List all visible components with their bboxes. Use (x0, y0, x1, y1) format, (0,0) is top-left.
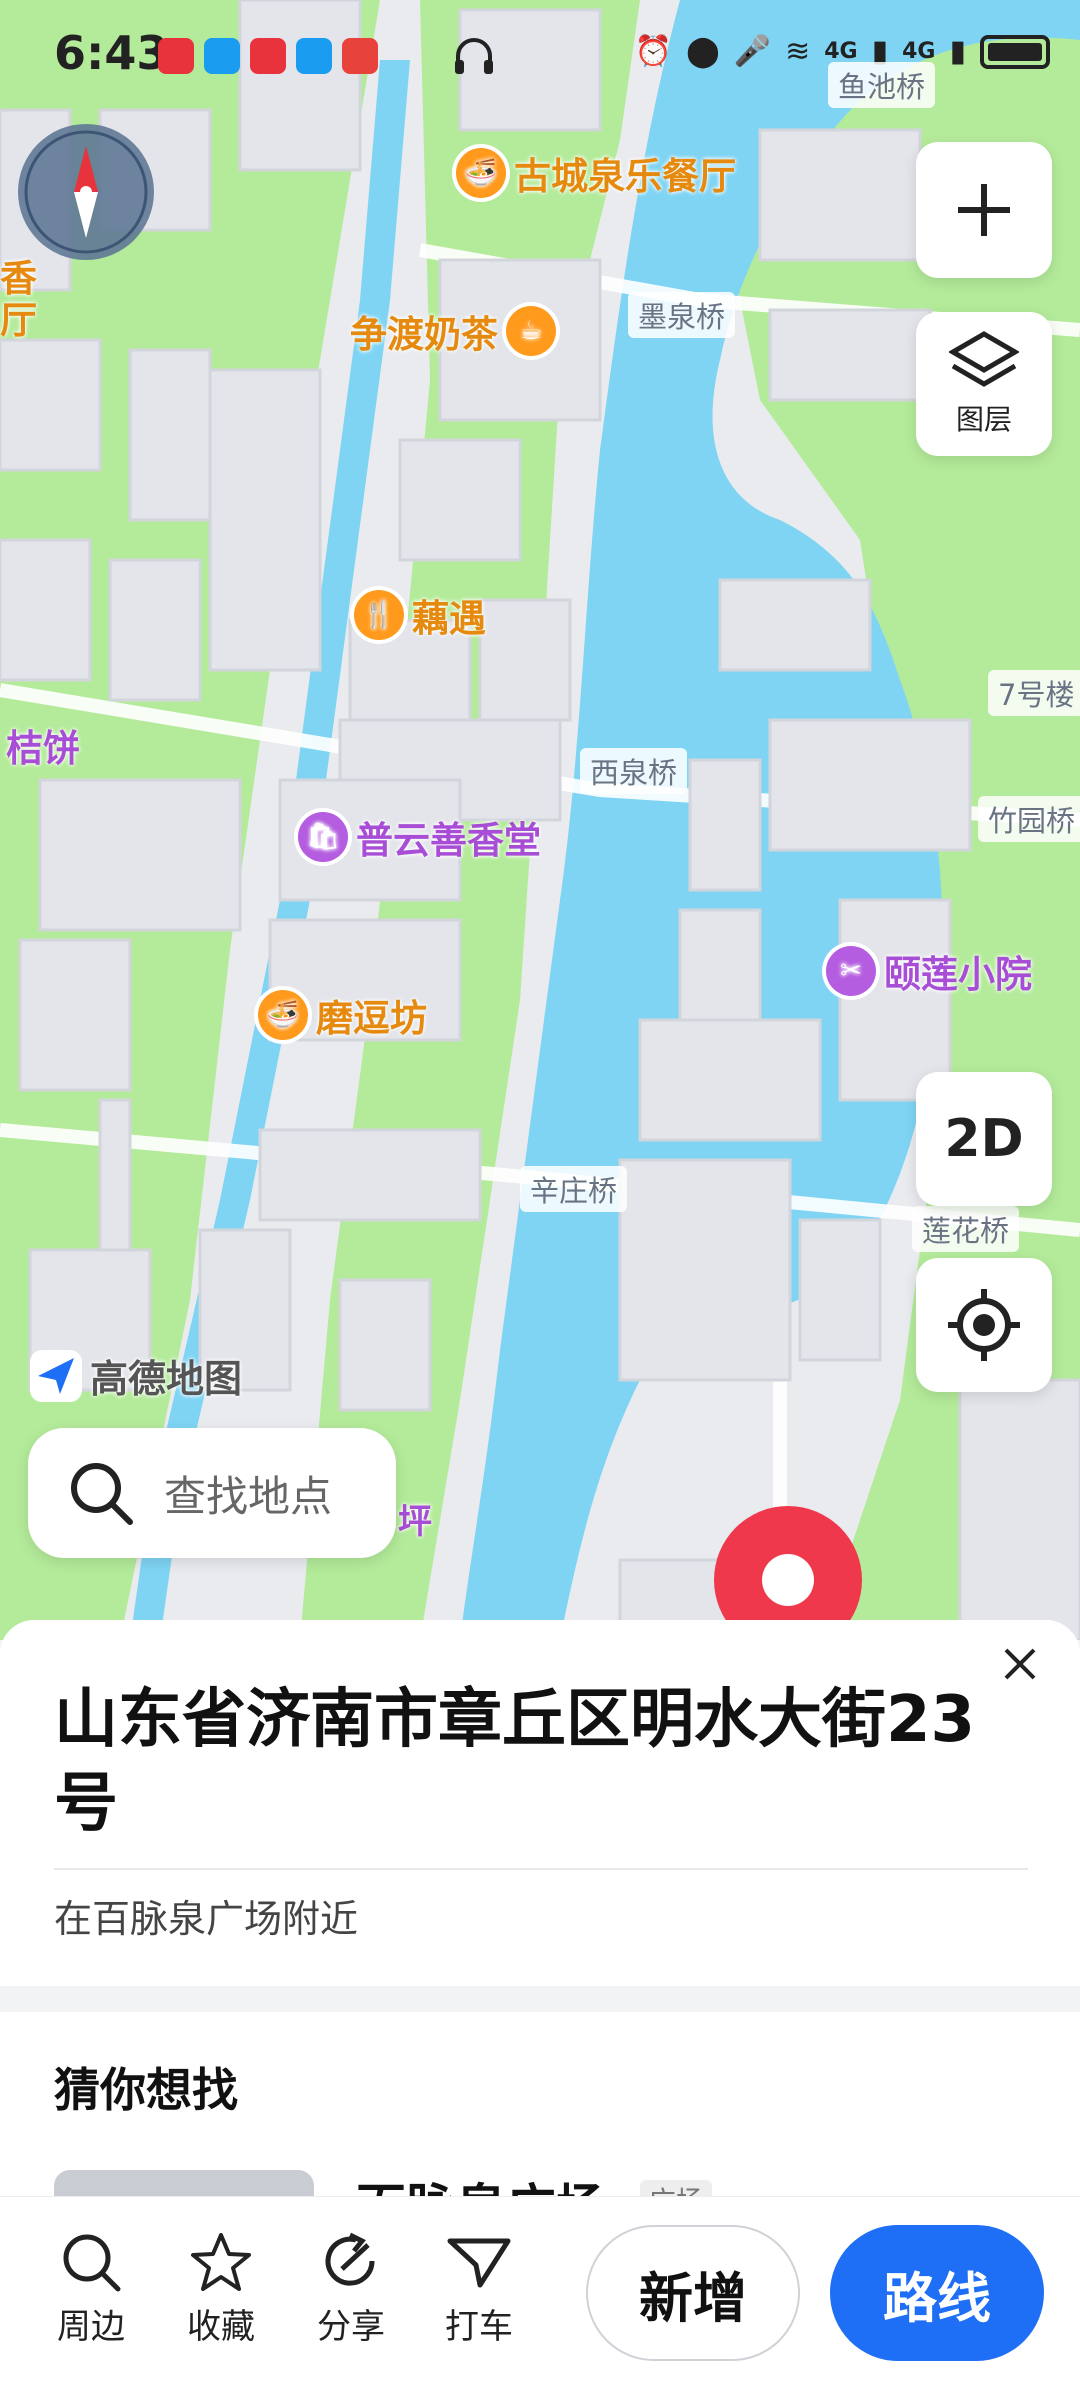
locate-icon (948, 1289, 1020, 1361)
zoom-in-button[interactable] (916, 142, 1052, 278)
compass-icon (24, 130, 148, 254)
status-time: 6:43 (54, 26, 169, 80)
guess-section-title: 猜你想找 (54, 2063, 238, 2117)
share-button[interactable]: 分享 (296, 2231, 406, 2348)
book-app-icon (250, 38, 286, 74)
taxi-button[interactable]: 打车 (424, 2231, 534, 2348)
plus-icon (958, 184, 1010, 236)
poi-label: 桔饼 (6, 727, 80, 770)
poi-label: 藕遇 (412, 597, 486, 640)
nearby-button[interactable]: 周边 (36, 2231, 146, 2348)
search-icon (63, 2234, 121, 2292)
close-icon[interactable] (990, 1634, 1050, 1694)
road-label: 鱼池桥 (828, 62, 936, 108)
amap-logo: 高德地图 (30, 1348, 242, 1403)
map-view[interactable]: 6:43 ⏰ ⬤ 🎤 ≋ 4G ▮ 4G ▮ 🍜 古城泉乐餐厅 ☕ 争渡奶茶 🍴… (0, 0, 1080, 1640)
search-box[interactable]: 查找地点 (28, 1428, 396, 1558)
view-mode-button[interactable]: 2D (916, 1072, 1052, 1206)
section-gap (0, 1986, 1080, 2012)
poi-label: 争渡奶茶 (350, 313, 498, 356)
search-icon (71, 1463, 133, 1525)
nearby-text: 在百脉泉广场附近 (54, 1897, 359, 1941)
noodle-icon: 🍜 (456, 148, 506, 198)
star-icon (191, 2233, 251, 2291)
notification-icons (158, 38, 378, 74)
road-label: 莲花桥 (912, 1206, 1020, 1252)
nearby-label: 周边 (57, 2307, 125, 2347)
network-label-2: 4G (902, 39, 936, 64)
poi-label: 坪 (398, 1502, 432, 1542)
cloud-app-icon (296, 38, 332, 74)
taxi-icon (447, 2238, 511, 2288)
location-icon: ⬤ (686, 34, 720, 69)
poi-label: 普云善香堂 (356, 819, 541, 862)
headphones-icon (455, 38, 493, 74)
divider (54, 1868, 1028, 1870)
road-label: 墨泉桥 (628, 292, 736, 338)
road-label: 西泉桥 (580, 748, 688, 794)
scissors-icon: ✂ (826, 946, 876, 996)
layers-label: 图层 (955, 403, 1012, 436)
poi-ouyu[interactable]: 🍴 藕遇 (354, 588, 486, 642)
battery-icon (980, 34, 1050, 69)
layers-icon (949, 331, 1019, 387)
logo-text: 高德地图 (90, 1357, 243, 1401)
alert-app-icon (342, 38, 378, 74)
road-label: 7号楼 (988, 670, 1080, 716)
share-icon (325, 2232, 375, 2286)
poi-partial-2[interactable]: 厅 (0, 290, 37, 344)
poi-gucheng-restaurant[interactable]: 🍜 古城泉乐餐厅 (456, 146, 736, 200)
layers-button[interactable]: 图层 (916, 312, 1052, 456)
road-label: 竹园桥 (978, 796, 1080, 842)
poi-milk-tea[interactable]: ☕ 争渡奶茶 (350, 304, 556, 358)
road-label: 辛庄桥 (520, 1166, 628, 1212)
shopping-bag-icon: 🛍 (298, 812, 348, 862)
poi-modoufang[interactable]: 🍜 磨逗坊 (258, 988, 427, 1042)
message-app-icon (204, 38, 240, 74)
address-title: 山东省济南市章丘区明水大街23号 (54, 1683, 976, 1841)
locate-button[interactable] (916, 1258, 1052, 1392)
search-placeholder: 查找地点 (164, 1471, 333, 1521)
poi-partial-3[interactable]: 坪 (398, 1494, 432, 1543)
compass-button[interactable] (18, 124, 154, 260)
poi-label: 厅 (0, 299, 37, 342)
poi-jubing[interactable]: 桔饼 (6, 718, 80, 772)
add-label: 新增 (639, 2266, 747, 2330)
poi-label: 颐莲小院 (884, 953, 1032, 996)
coffee-icon: ☕ (506, 306, 556, 356)
huawei-app-icon (158, 38, 194, 74)
noodle-icon: 🍜 (258, 990, 308, 1040)
poi-yilian[interactable]: ✂ 颐莲小院 (826, 944, 1032, 998)
alarm-icon: ⏰ (634, 34, 673, 69)
poi-puyun[interactable]: 🛍 普云善香堂 (298, 810, 541, 864)
favorite-button[interactable]: 收藏 (166, 2231, 276, 2348)
wifi-icon: ≋ (785, 34, 811, 69)
poi-label: 古城泉乐餐厅 (514, 155, 736, 198)
view-mode-label: 2D (944, 1109, 1024, 1169)
signal-icon-2: ▮ (949, 34, 966, 69)
route-button[interactable]: 路线 (830, 2225, 1044, 2361)
taxi-label: 打车 (445, 2307, 513, 2347)
add-button[interactable]: 新增 (586, 2225, 800, 2361)
favorite-label: 收藏 (187, 2307, 255, 2347)
share-label: 分享 (317, 2307, 385, 2347)
bottom-action-bar: 周边 收藏 分享 打车 新增 路线 (0, 2196, 1080, 2389)
microphone-icon: 🎤 (733, 34, 772, 69)
amap-logo-icon (30, 1349, 82, 1402)
poi-label: 磨逗坊 (316, 997, 427, 1040)
utensils-icon: 🍴 (354, 590, 404, 640)
route-label: 路线 (883, 2266, 991, 2330)
network-label-1: 4G (824, 39, 858, 64)
